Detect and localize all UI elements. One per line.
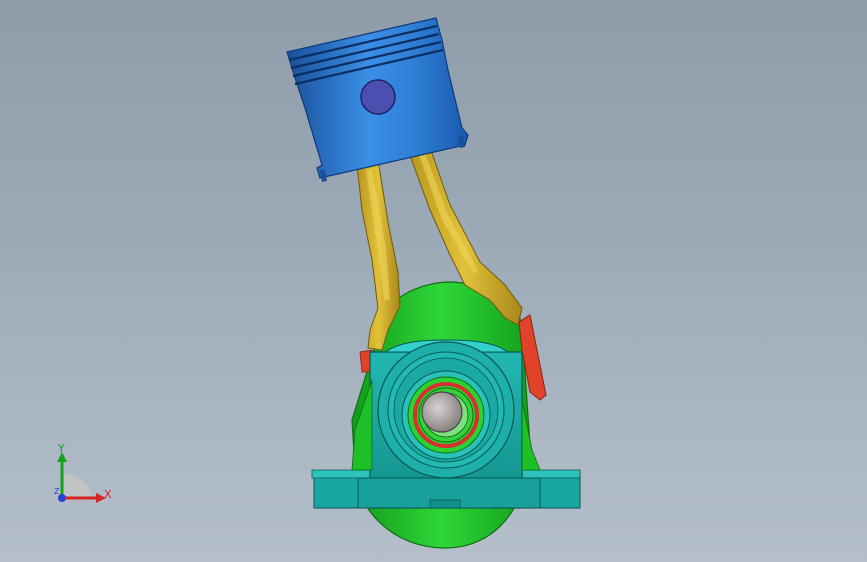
y-axis-label: Y <box>57 442 65 455</box>
assembly-model[interactable] <box>0 0 867 562</box>
z-axis-label: Z <box>54 487 60 496</box>
cad-viewport[interactable]: Y X Z <box>0 0 867 562</box>
x-axis-label: X <box>104 488 112 501</box>
piston-pin[interactable] <box>360 79 396 115</box>
triad-plane-icon <box>64 473 92 500</box>
reference-triad: Y X Z <box>54 442 112 503</box>
crankshaft-end[interactable] <box>421 391 463 433</box>
